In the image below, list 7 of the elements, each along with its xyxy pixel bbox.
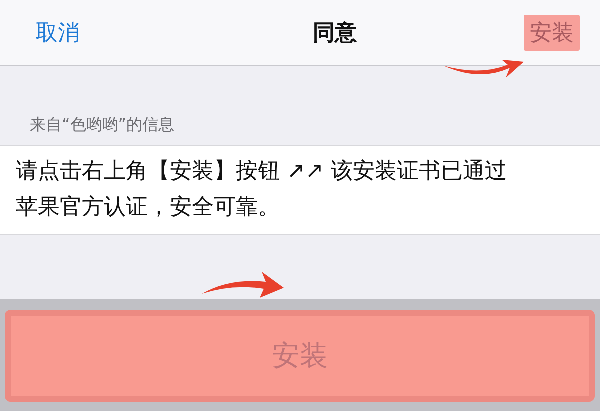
- section-header: 来自“色哟哟”的信息: [30, 115, 175, 135]
- arrow-icon: [200, 272, 286, 300]
- nav-title: 同意: [313, 20, 357, 48]
- message-text: 请点击右上角【安装】按钮 ↗↗ 该安装证书已通过苹果官方认证，安全可靠。: [16, 158, 508, 222]
- cancel-button[interactable]: 取消: [30, 16, 86, 50]
- install-button[interactable]: 安装: [524, 14, 580, 50]
- install-button[interactable]: 安装: [5, 310, 595, 402]
